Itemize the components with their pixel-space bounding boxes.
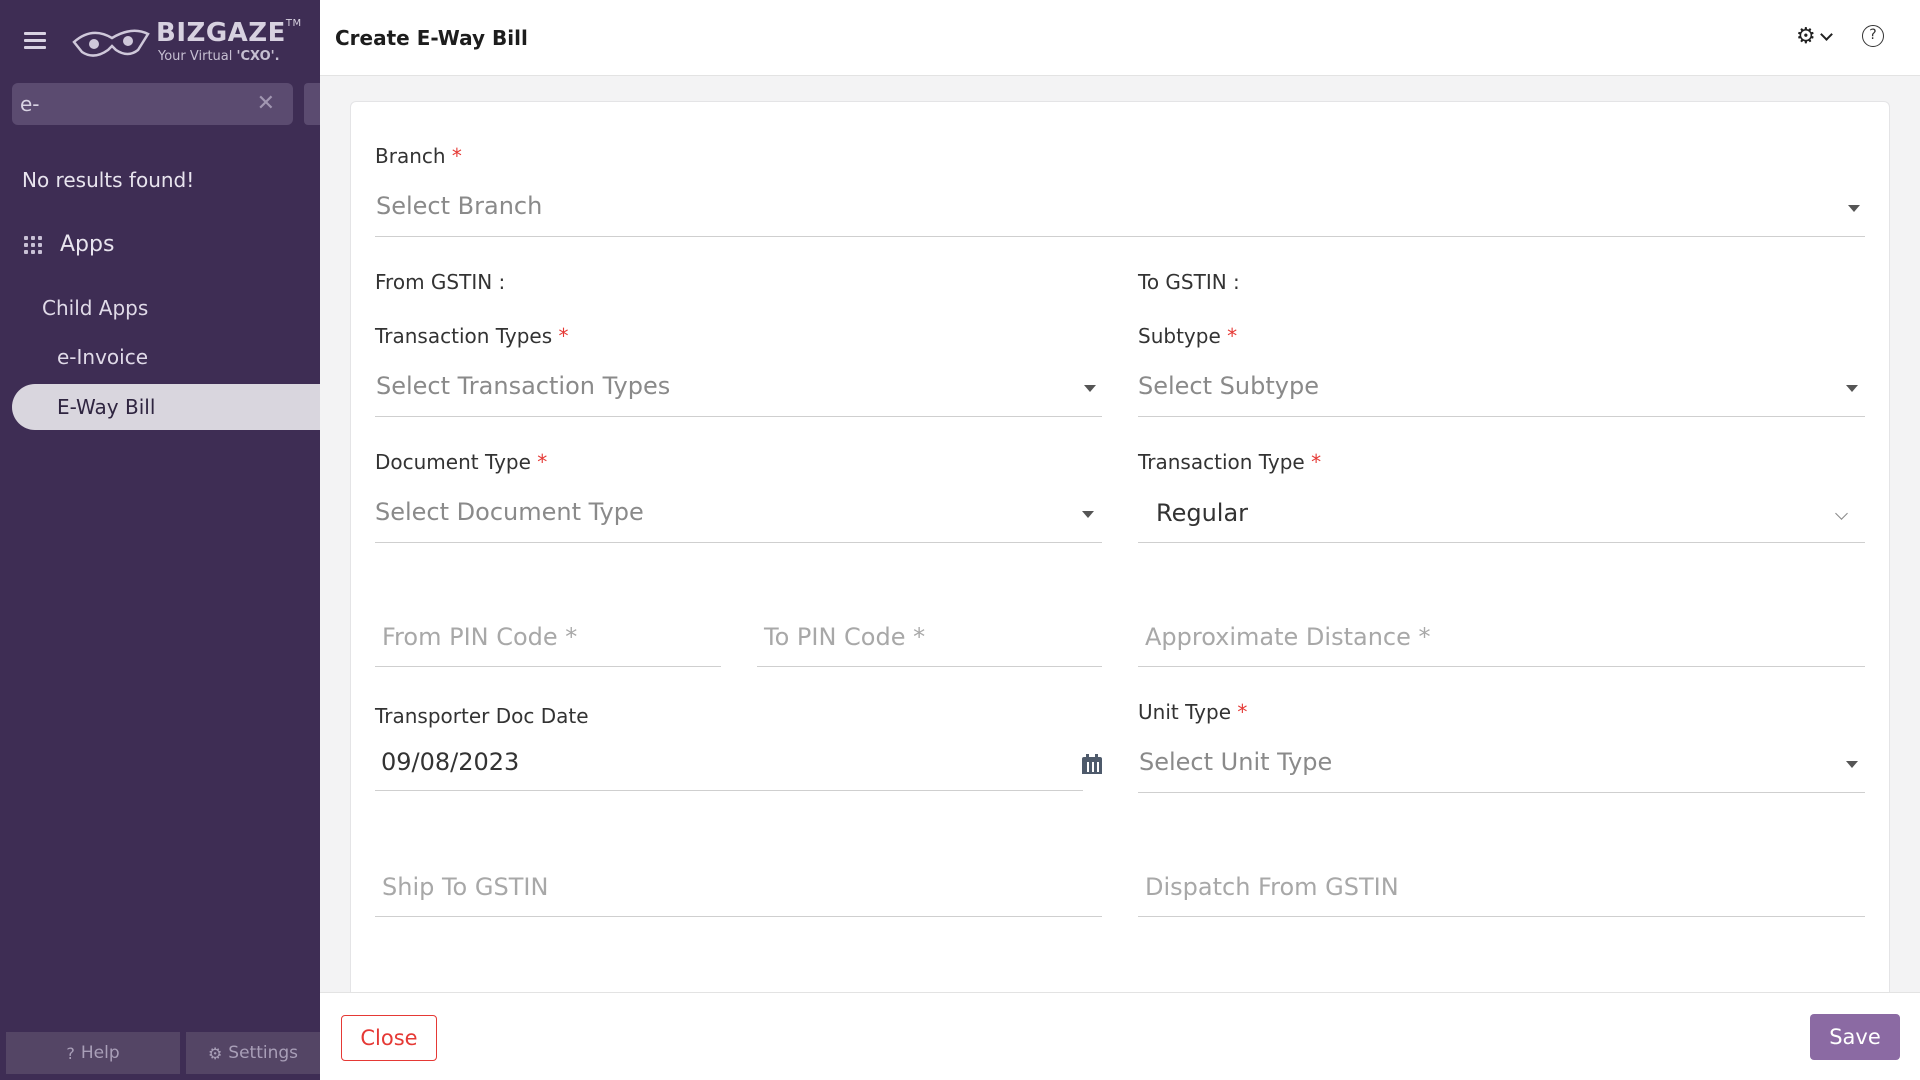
caret-down-icon[interactable]	[1848, 205, 1860, 212]
save-button[interactable]: Save	[1810, 1014, 1900, 1060]
sidebar-footer: ? Help ⚙ Settings	[6, 1032, 320, 1074]
subtype-label: Subtype *	[1138, 324, 1238, 348]
child-apps-label[interactable]: Child Apps	[42, 296, 148, 320]
transaction-type-select[interactable]: Regular	[1156, 499, 1248, 527]
apps-grid-icon	[24, 235, 42, 254]
to-gstin-label: To GSTIN :	[1138, 270, 1240, 294]
caret-down-icon[interactable]	[1084, 385, 1096, 392]
ship-to-gstin-input[interactable]: Ship To GSTIN	[382, 873, 548, 901]
from-pin-code-input[interactable]: From PIN Code *	[382, 623, 577, 651]
apps-label: Apps	[60, 232, 115, 257]
sidebar-item-e-way-bill[interactable]: E-Way Bill	[12, 384, 332, 430]
owl-logo-icon	[72, 29, 150, 57]
caret-down-icon[interactable]	[1082, 511, 1094, 518]
sidebar-item-label: E-Way Bill	[57, 395, 156, 419]
transaction-type-label: Transaction Type *	[1138, 450, 1322, 474]
subtype-select[interactable]: Select Subtype	[1138, 372, 1319, 400]
transaction-types-underline	[375, 416, 1102, 417]
dispatch-from-gstin-input[interactable]: Dispatch From GSTIN	[1145, 873, 1399, 901]
caret-down-icon[interactable]	[1846, 761, 1858, 768]
question-circle-icon: ?	[66, 1043, 75, 1063]
document-type-label: Document Type *	[375, 450, 548, 474]
transaction-type-underline	[1138, 542, 1865, 543]
settings-button[interactable]: ⚙ Settings	[186, 1032, 320, 1074]
sidebar-collapse-edge[interactable]	[304, 83, 320, 125]
approximate-distance-input[interactable]: Approximate Distance *	[1145, 623, 1431, 651]
gear-icon: ⚙	[207, 1043, 223, 1063]
from-gstin-label: From GSTIN :	[375, 270, 506, 294]
close-icon[interactable]: ✕	[257, 91, 275, 116]
no-results-message: No results found!	[22, 168, 195, 192]
subtype-underline	[1138, 416, 1865, 417]
action-bar: Close Save	[320, 992, 1920, 1080]
hamburger-menu-icon[interactable]	[24, 32, 46, 50]
help-button[interactable]: ? Help	[6, 1032, 180, 1074]
document-type-underline	[375, 542, 1102, 543]
unit-type-label: Unit Type *	[1138, 700, 1248, 724]
help-icon[interactable]: ?	[1862, 25, 1884, 47]
brand-logo: BIZGAZETM Your Virtual 'CXO'.	[72, 18, 301, 68]
settings-dropdown[interactable]: ⚙	[1796, 24, 1833, 49]
calendar-icon[interactable]	[1082, 754, 1102, 774]
to-pin-code-input[interactable]: To PIN Code *	[764, 623, 925, 651]
chevron-down-icon	[1819, 28, 1833, 41]
from-pin-code-underline	[375, 666, 721, 667]
app-search-box: ✕	[12, 83, 293, 125]
transporter-doc-date-underline	[375, 790, 1083, 791]
unit-type-underline	[1138, 792, 1865, 793]
document-type-select[interactable]: Select Document Type	[375, 498, 644, 526]
apps-section-header[interactable]: Apps	[24, 232, 114, 257]
caret-down-icon[interactable]	[1846, 385, 1858, 392]
branch-select[interactable]: Select Branch	[376, 192, 542, 220]
to-pin-code-underline	[757, 666, 1102, 667]
app-search-input[interactable]	[20, 83, 240, 125]
brand-name: BIZGAZETM	[156, 18, 302, 48]
branch-underline	[375, 236, 1865, 237]
gear-icon: ⚙	[1796, 24, 1816, 49]
page-header: Create E-Way Bill ⚙ ?	[320, 0, 1920, 76]
dispatch-from-gstin-underline	[1138, 916, 1865, 917]
brand-tagline: Your Virtual 'CXO'.	[158, 49, 280, 64]
ship-to-gstin-underline	[375, 916, 1102, 917]
branch-label: Branch *	[375, 144, 462, 168]
page-title: Create E-Way Bill	[335, 26, 528, 50]
approximate-distance-underline	[1138, 666, 1865, 667]
transaction-types-label: Transaction Types *	[375, 324, 569, 348]
close-button[interactable]: Close	[341, 1015, 437, 1061]
unit-type-select[interactable]: Select Unit Type	[1139, 748, 1332, 776]
help-label: Help	[80, 1043, 120, 1063]
transporter-doc-date-label: Transporter Doc Date	[375, 704, 589, 728]
form-card	[350, 101, 1890, 1021]
sidebar: BIZGAZETM Your Virtual 'CXO'. ✕ No resul…	[0, 0, 332, 1080]
settings-label: Settings	[228, 1043, 299, 1063]
transporter-doc-date-input[interactable]: 09/08/2023	[381, 748, 519, 776]
transaction-types-select[interactable]: Select Transaction Types	[376, 372, 670, 400]
sidebar-item-e-invoice[interactable]: e-Invoice	[57, 345, 148, 369]
